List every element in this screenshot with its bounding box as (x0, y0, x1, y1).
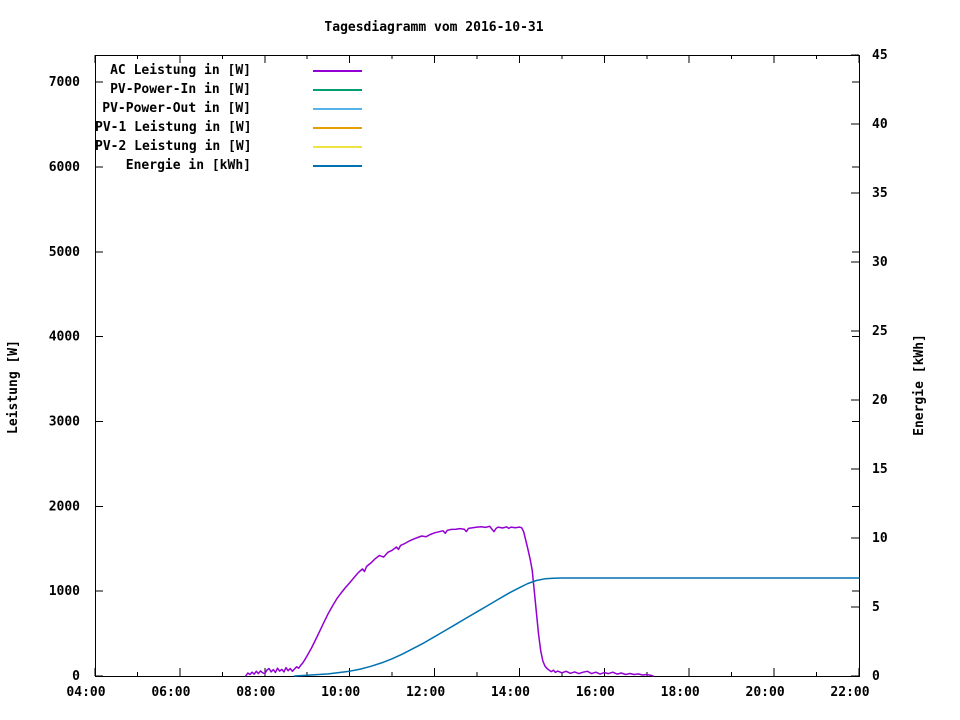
legend-entry-label: PV-2 Leistung in [W] (95, 139, 252, 154)
legend-entry-label: PV-Power-Out in [W] (102, 101, 251, 116)
legend-line-swatch (313, 88, 362, 91)
y-tick-label: 2000 (49, 499, 80, 514)
x-tick-label: 12:00 (406, 685, 445, 700)
legend-entry: AC Leistung in [W] (95, 61, 362, 80)
x-tick-label: 08:00 (236, 685, 275, 700)
x-tick-label: 20:00 (746, 685, 785, 700)
y2-tick-label: 0 (872, 669, 880, 684)
y2-tick-label: 15 (872, 462, 888, 477)
y-tick-label: 5000 (49, 245, 80, 260)
legend-line-swatch (313, 145, 362, 148)
y-tick-label: 4000 (49, 330, 80, 345)
legend: AC Leistung in [W] PV-Power-In in [W] PV-P… (95, 61, 362, 175)
legend-entry-label: Energie in [kWh] (125, 158, 251, 173)
y2-tick-label: 20 (872, 393, 888, 408)
legend-entry-label: AC Leistung in [W] (110, 63, 251, 78)
x-tick-label: 04:00 (66, 685, 105, 700)
y2-tick-label: 5 (872, 600, 880, 615)
tagesdiagramm-chart: Tagesdiagramm vom 2016-10-31 Leistung [W… (0, 0, 960, 720)
legend-entry-label: PV-Power-In in [W] (110, 82, 251, 97)
x-tick-label: 06:00 (151, 685, 190, 700)
legend-entry-label: PV-1 Leistung in [W] (95, 120, 252, 135)
series-line-energie-in-kwh (293, 577, 860, 677)
legend-entry: PV-2 Leistung in [W] (95, 137, 362, 156)
legend-line-swatch (313, 164, 362, 167)
y-tick-label: 3000 (49, 415, 80, 430)
y-tick-label: 7000 (49, 75, 80, 90)
legend-line-swatch (313, 69, 362, 72)
y2-tick-label: 35 (872, 186, 888, 201)
y-tick-label: 1000 (49, 584, 80, 599)
y-tick-label: 6000 (49, 160, 80, 175)
x-tick-label: 16:00 (576, 685, 615, 700)
legend-line-swatch (313, 107, 362, 110)
y2-tick-label: 40 (872, 117, 888, 132)
y2-tick-label: 30 (872, 255, 888, 270)
legend-line-swatch (313, 126, 362, 129)
x-tick-label: 14:00 (491, 685, 530, 700)
y2-tick-label: 25 (872, 324, 888, 339)
series-line-ac-leistung-in-w (244, 525, 654, 677)
legend-entry: PV-Power-In in [W] (95, 80, 362, 99)
x-tick-label: 18:00 (661, 685, 700, 700)
y2-tick-label: 45 (872, 48, 888, 63)
y2-tick-label: 10 (872, 531, 888, 546)
legend-entry: Energie in [kWh] (95, 156, 362, 175)
x-tick-label: 10:00 (321, 685, 360, 700)
legend-entry: PV-Power-Out in [W] (95, 99, 362, 118)
x-tick-label: 22:00 (830, 685, 869, 700)
y-tick-label: 0 (72, 669, 80, 684)
legend-entry: PV-1 Leistung in [W] (95, 118, 362, 137)
